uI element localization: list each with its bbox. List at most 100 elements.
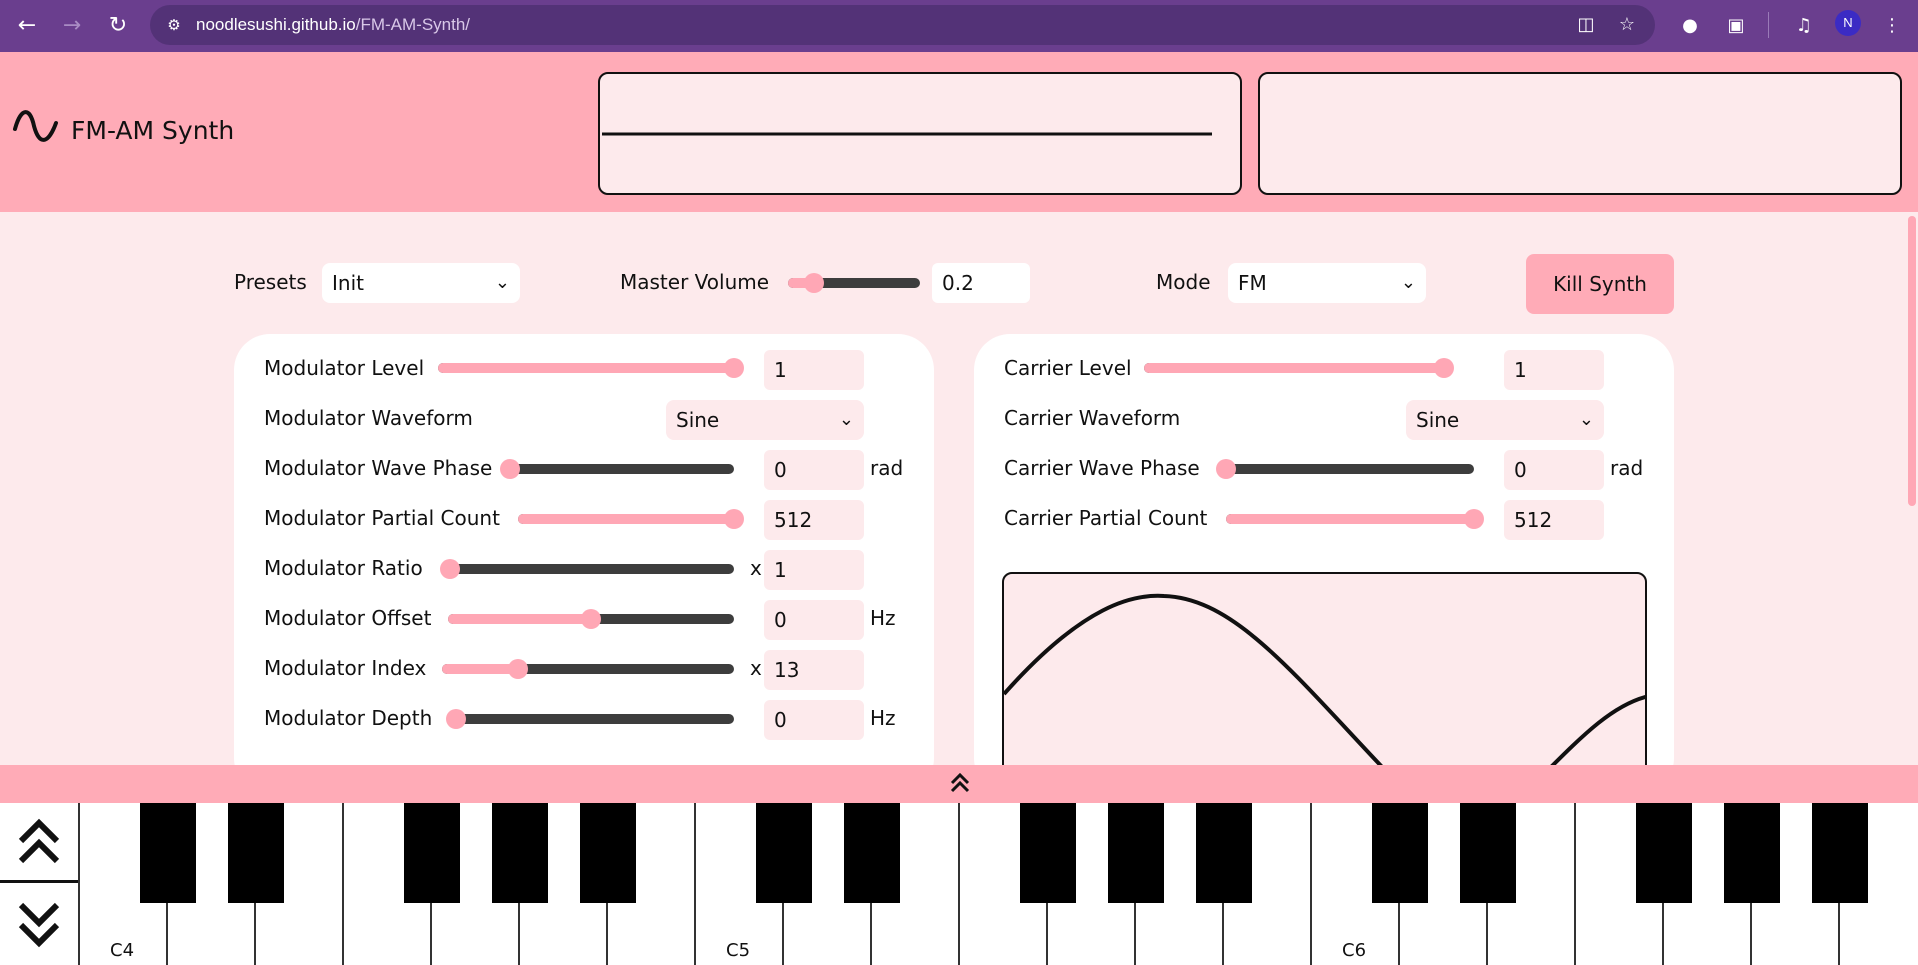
modulator-depth-input[interactable]: 0 (764, 700, 864, 740)
waveform-display (1002, 572, 1647, 765)
slider-fill (442, 664, 518, 674)
octave-controls (0, 803, 80, 965)
modulator-panel: Modulator Level 1 Modulator Waveform Sin… (234, 334, 934, 765)
ratio-prefix: x (750, 556, 762, 580)
modulator-index-slider[interactable] (442, 659, 734, 679)
carrier-partials-input[interactable]: 512 (1504, 500, 1604, 540)
double-chevron-up-icon (18, 818, 60, 864)
carrier-waveform-label: Carrier Waveform (1004, 406, 1181, 430)
slider-thumb[interactable] (1434, 358, 1454, 378)
modulator-offset-slider[interactable] (448, 609, 734, 629)
bookmark-star-icon[interactable]: ☆ (1613, 11, 1641, 39)
carrier-phase-slider[interactable] (1216, 459, 1474, 479)
presets-select[interactable]: Init ⌄ (322, 263, 520, 303)
url-text[interactable]: noodlesushi.github.io/FM-AM-Synth/ (196, 5, 470, 45)
oscilloscope-display (598, 72, 1242, 195)
key-label: C4 (110, 940, 135, 961)
black-key[interactable] (1372, 803, 1428, 903)
keyboard-toggle-bar (0, 765, 1918, 803)
modulator-phase-label: Modulator Wave Phase (264, 456, 493, 480)
modulator-index-input[interactable]: 13 (764, 650, 864, 690)
carrier-level-slider[interactable] (1144, 358, 1454, 378)
carrier-partials-slider[interactable] (1226, 509, 1484, 529)
master-volume-slider[interactable] (788, 273, 920, 293)
modulator-depth-slider[interactable] (446, 709, 734, 729)
forward-icon[interactable]: → (58, 12, 86, 40)
master-volume-input[interactable]: 0.2 (932, 263, 1030, 303)
black-key[interactable] (1020, 803, 1076, 903)
kill-synth-button[interactable]: Kill Synth (1526, 254, 1674, 314)
slider-thumb[interactable] (446, 709, 466, 729)
octave-up-button[interactable] (0, 803, 78, 883)
black-key[interactable] (580, 803, 636, 903)
black-key[interactable] (1196, 803, 1252, 903)
black-key[interactable] (404, 803, 460, 903)
scrollbar[interactable] (1908, 216, 1916, 506)
puzzle-icon[interactable]: ▣ (1722, 12, 1750, 40)
chevron-down-icon: ⌄ (1578, 409, 1594, 430)
black-key[interactable] (228, 803, 284, 903)
slider-thumb[interactable] (1216, 459, 1236, 479)
black-key[interactable] (844, 803, 900, 903)
black-key[interactable] (1724, 803, 1780, 903)
phase-unit: rad (1610, 456, 1644, 480)
slider-thumb[interactable] (500, 459, 520, 479)
black-key[interactable] (1108, 803, 1164, 903)
address-bar[interactable]: ⚙ noodlesushi.github.io/FM-AM-Synth/ ◫ ☆ (150, 5, 1655, 45)
modulator-waveform-select[interactable]: Sine ⌄ (666, 400, 864, 440)
black-key[interactable] (492, 803, 548, 903)
more-icon[interactable]: ⋮ (1878, 12, 1906, 40)
modulator-offset-input[interactable]: 0 (764, 600, 864, 640)
carrier-waveform-select[interactable]: Sine ⌄ (1406, 400, 1604, 440)
slider-fill (438, 363, 734, 373)
octave-down-button[interactable] (0, 885, 78, 965)
carrier-level-input[interactable]: 1 (1504, 350, 1604, 390)
mode-select[interactable]: FM ⌄ (1228, 263, 1426, 303)
chevron-down-icon: ⌄ (838, 409, 854, 430)
slider-thumb[interactable] (507, 659, 528, 679)
slider-thumb[interactable] (804, 273, 825, 293)
oscilloscope-trace (602, 132, 1212, 136)
mode-value: FM (1238, 271, 1267, 295)
profile-icon[interactable]: N (1835, 10, 1861, 36)
expand-up-icon[interactable] (946, 769, 974, 797)
modulator-phase-slider[interactable] (500, 459, 734, 479)
reload-icon[interactable]: ↻ (104, 12, 132, 40)
phase-unit: rad (870, 456, 904, 480)
app-title: FM-AM Synth (71, 116, 235, 145)
black-key[interactable] (756, 803, 812, 903)
waveform-trace (1004, 593, 1645, 765)
chevron-down-icon: ⌄ (1400, 272, 1416, 293)
media-icon[interactable]: ♫ (1790, 12, 1818, 40)
modulator-partials-input[interactable]: 512 (764, 500, 864, 540)
carrier-partials-label: Carrier Partial Count (1004, 506, 1208, 530)
piano-keyboard: C4 C5 C6 (0, 803, 1918, 965)
black-key[interactable] (140, 803, 196, 903)
depth-unit: Hz (870, 706, 896, 730)
slider-thumb[interactable] (581, 609, 601, 629)
site-info-icon[interactable]: ⚙ (164, 15, 184, 35)
slider-thumb[interactable] (724, 509, 744, 529)
modulator-phase-input[interactable]: 0 (764, 450, 864, 490)
main-content: Presets Init ⌄ Master Volume 0.2 Mode FM… (0, 212, 1918, 765)
sine-wave-icon (13, 110, 58, 142)
modulator-level-slider[interactable] (438, 358, 744, 378)
modulator-partials-slider[interactable] (518, 509, 744, 529)
back-icon[interactable]: ← (13, 12, 41, 40)
black-key[interactable] (1812, 803, 1868, 903)
carrier-phase-label: Carrier Wave Phase (1004, 456, 1200, 480)
extension-icon[interactable]: ● (1676, 12, 1704, 40)
modulator-level-input[interactable]: 1 (764, 350, 864, 390)
black-key[interactable] (1636, 803, 1692, 903)
modulator-waveform-value: Sine (676, 408, 720, 432)
carrier-waveform-value: Sine (1416, 408, 1460, 432)
slider-thumb[interactable] (724, 358, 744, 378)
slider-thumb[interactable] (440, 559, 460, 579)
reading-mode-icon[interactable]: ◫ (1572, 11, 1600, 39)
carrier-phase-input[interactable]: 0 (1504, 450, 1604, 490)
black-key[interactable] (1460, 803, 1516, 903)
slider-thumb[interactable] (1464, 509, 1484, 529)
modulator-ratio-input[interactable]: 1 (764, 550, 864, 590)
modulator-ratio-slider[interactable] (440, 559, 734, 579)
app-header: FM-AM Synth (0, 52, 1918, 212)
